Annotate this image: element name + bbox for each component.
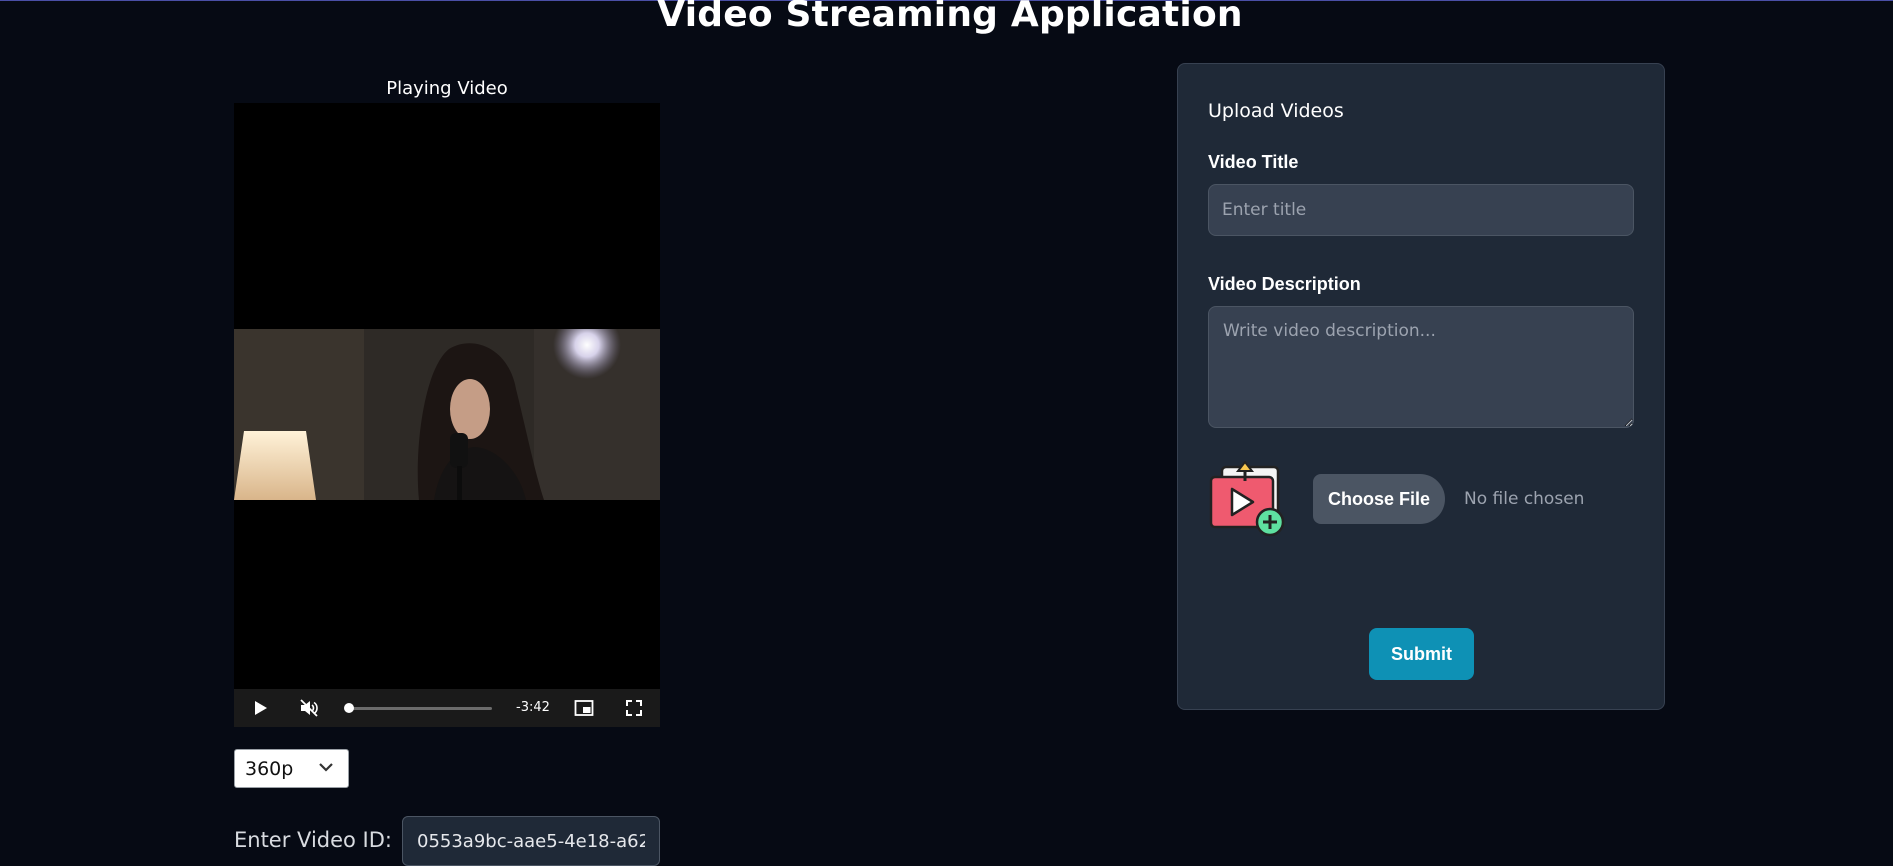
choose-file-button[interactable]: Choose File bbox=[1313, 474, 1445, 524]
video-controls: -3:42 bbox=[234, 689, 660, 727]
video-description-label: Video Description bbox=[1208, 274, 1361, 294]
time-remaining: -3:42 bbox=[516, 700, 550, 715]
video-upload-icon bbox=[1209, 461, 1285, 537]
video-player[interactable]: -3:42 bbox=[234, 103, 660, 727]
video-id-label: Enter Video ID: bbox=[234, 828, 392, 852]
picture-in-picture-icon[interactable] bbox=[574, 698, 594, 718]
player-heading: Playing Video bbox=[386, 78, 508, 99]
chevron-down-icon bbox=[319, 763, 333, 772]
fullscreen-icon[interactable] bbox=[624, 698, 644, 718]
play-icon[interactable] bbox=[250, 698, 270, 718]
video-frame bbox=[234, 329, 660, 500]
seek-bar[interactable] bbox=[343, 703, 492, 713]
video-title-label: Video Title bbox=[1208, 152, 1299, 172]
upload-card: Upload Videos Video Title Video Descript… bbox=[1177, 63, 1665, 710]
video-frame-image bbox=[234, 329, 660, 500]
video-title-input[interactable] bbox=[1208, 184, 1634, 236]
submit-button[interactable]: Submit bbox=[1369, 628, 1474, 680]
quality-select[interactable]: 360p bbox=[234, 749, 349, 788]
file-status-text: No file chosen bbox=[1464, 489, 1585, 509]
mute-icon[interactable] bbox=[299, 698, 319, 718]
quality-select-value: 360p bbox=[245, 758, 294, 780]
upload-card-title: Upload Videos bbox=[1208, 100, 1344, 122]
video-id-input[interactable] bbox=[402, 816, 660, 866]
page-title: Video Streaming Application bbox=[657, 0, 1243, 35]
video-description-textarea[interactable] bbox=[1208, 306, 1634, 428]
seek-handle[interactable] bbox=[343, 703, 354, 713]
